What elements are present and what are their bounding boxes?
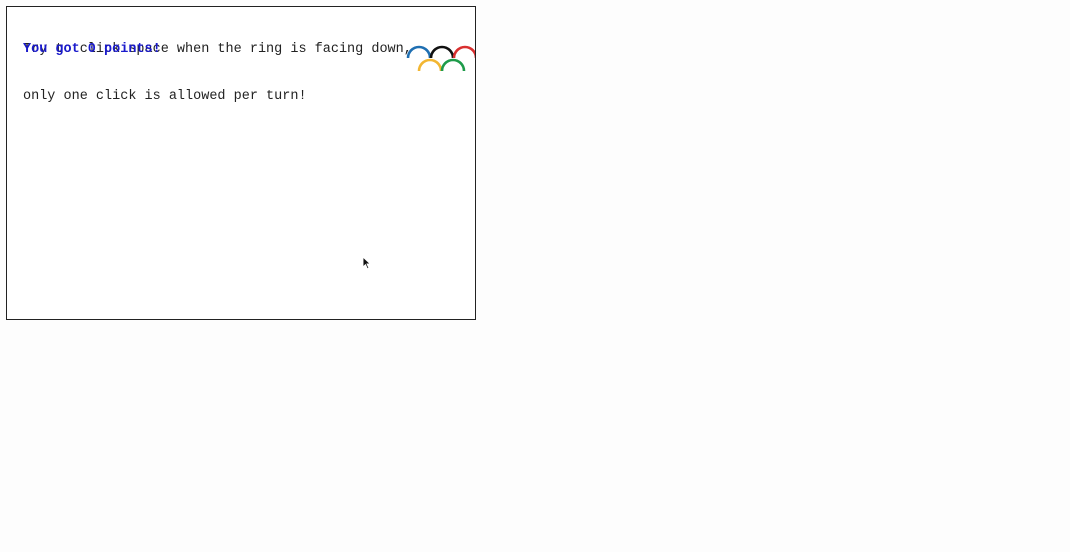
game-canvas[interactable]: Try to click space when the ring is faci… [6, 6, 476, 320]
mouse-pointer-icon [362, 256, 372, 270]
instructions-text: Try to click space when the ring is faci… [23, 11, 412, 135]
blue-ring [406, 45, 432, 59]
yellow-ring [417, 58, 443, 72]
instructions-line-2: only one click is allowed per turn! [23, 88, 307, 104]
green-ring [440, 58, 466, 72]
olympic-rings-icon [406, 45, 475, 72]
black-ring [429, 45, 455, 59]
red-ring [452, 45, 475, 59]
score-text: You got 0 points! [23, 42, 161, 57]
